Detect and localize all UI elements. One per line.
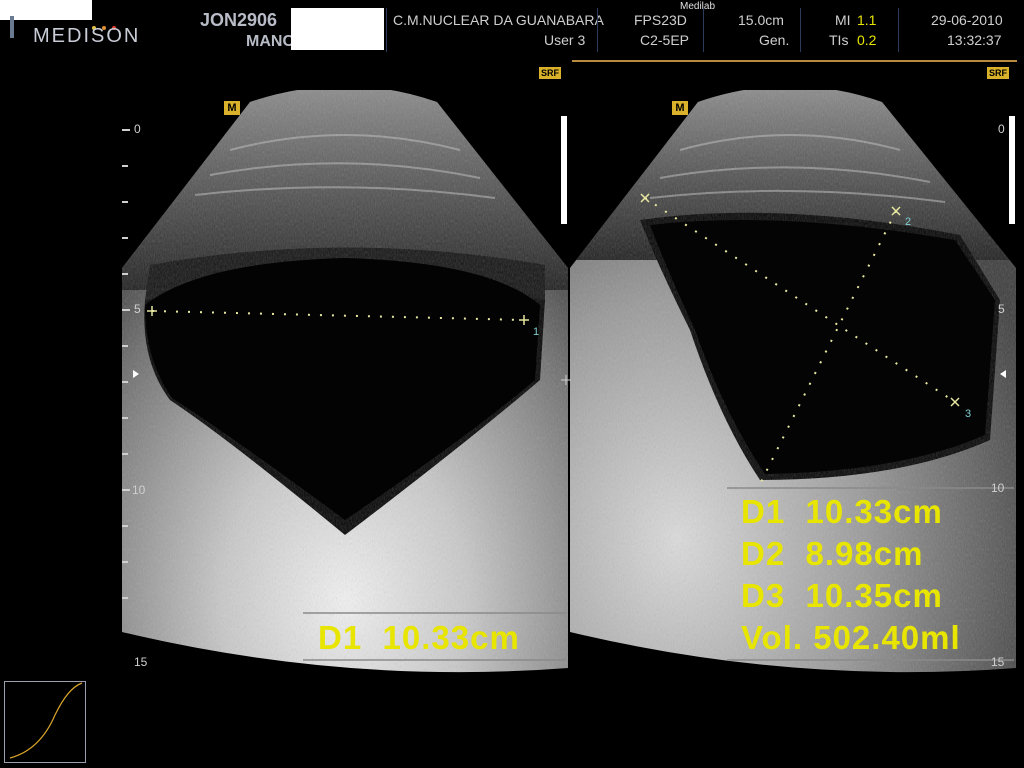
left-depth-0: 0 <box>134 122 141 136</box>
institution: C.M.NUCLEAR DA GUANABARA <box>393 12 604 28</box>
right-depth-15: 15 <box>991 655 1005 669</box>
left-caliper-label: 1 <box>533 326 540 338</box>
probe-indicator <box>10 16 14 38</box>
probe: C2-5EP <box>640 32 690 48</box>
separator <box>703 8 704 52</box>
left-measurement-d1: D1 10.33cm <box>318 619 520 656</box>
right-depth-10: 10 <box>991 481 1005 495</box>
header-bar: MEDISON JON2906 MANC C.M.NUCLEAR DA GUAN… <box>0 0 1024 60</box>
logo: MEDISON <box>33 25 141 47</box>
left-m-badge: M <box>224 101 240 115</box>
tgc-curve-box <box>4 681 86 763</box>
left-srf-badge: SRF <box>539 67 561 79</box>
right-srf-badge: SRF <box>987 67 1009 79</box>
redacted-name <box>291 8 384 50</box>
separator <box>386 8 387 52</box>
date: 29-06-2010 <box>931 12 1003 28</box>
mode-value: Gen. <box>759 32 790 48</box>
right-measurement-d1: D1 10.33cm <box>741 493 943 530</box>
right-caliper-label-2: 2 <box>905 216 912 228</box>
user-label: User 3 <box>544 32 586 48</box>
tis-label: TIs <box>829 32 849 48</box>
preset: FPS23D <box>634 12 687 28</box>
left-depth-10: 10 <box>132 483 146 497</box>
separator <box>800 8 801 52</box>
watermark: Medilab <box>680 1 716 12</box>
left-depth-5: 5 <box>134 302 141 316</box>
left-gray-bar <box>561 116 567 224</box>
active-panel-indicator <box>572 60 1017 62</box>
depth-value: 15.0cm <box>738 12 784 28</box>
time: 13:32:37 <box>947 32 1002 48</box>
patient-id: JON2906 <box>200 10 278 30</box>
right-measurement-d2: D2 8.98cm <box>741 535 924 572</box>
right-measurement-d3: D3 10.35cm <box>741 577 943 614</box>
patient-name: MANC <box>246 33 294 50</box>
left-depth-15: 15 <box>134 655 148 669</box>
right-measurement-volume: Vol. 502.40ml <box>741 619 961 656</box>
left-ultrasound-sector <box>122 90 568 673</box>
right-caliper-label-3: 3 <box>965 408 972 420</box>
separator <box>898 8 899 52</box>
mi-value: 1.1 <box>857 12 877 28</box>
right-depth-0: 0 <box>998 122 1005 136</box>
separator <box>597 8 598 52</box>
mi-label: MI <box>835 12 851 28</box>
tis-value: 0.2 <box>857 32 877 48</box>
right-depth-5: 5 <box>998 302 1005 316</box>
right-gray-bar <box>1009 116 1015 224</box>
right-m-badge: M <box>672 101 688 115</box>
